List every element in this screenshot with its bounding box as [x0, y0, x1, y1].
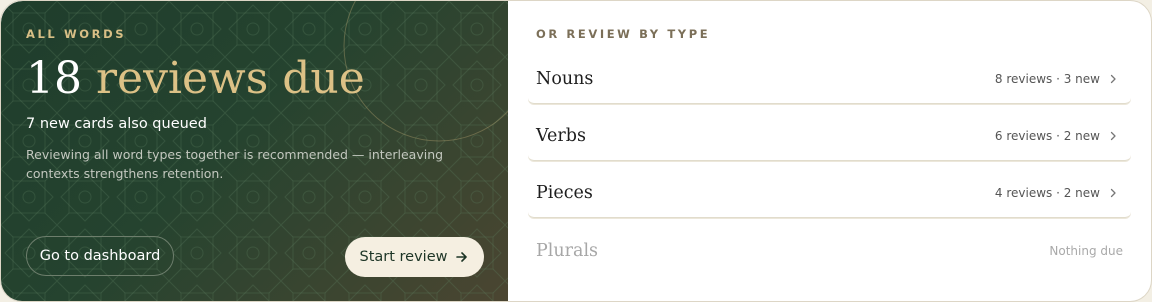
type-label: Verbs	[536, 126, 586, 146]
nothing-due-text: Nothing due	[1049, 243, 1123, 258]
review-panel: ALL WORDS 18 reviews due 7 new cards als…	[0, 0, 1152, 302]
arrow-right-icon	[456, 252, 468, 262]
type-row-verbs[interactable]: Verbs 6 reviews · 2 new	[528, 112, 1131, 161]
go-to-dashboard-button[interactable]: Go to dashboard	[26, 236, 174, 276]
chevron-right-icon	[1110, 74, 1116, 84]
type-row-pieces[interactable]: Pieces 4 reviews · 2 new	[528, 169, 1131, 218]
type-meta: 6 reviews · 2 new	[994, 129, 1100, 143]
hero-eyebrow: ALL WORDS	[26, 27, 127, 41]
review-by-type: OR REVIEW BY TYPE Nouns 8 reviews · 3 ne…	[508, 1, 1151, 301]
reviews-due-headline: 18 reviews due	[26, 51, 365, 107]
type-label: Pieces	[536, 183, 593, 203]
start-review-button[interactable]: Start review	[345, 237, 484, 277]
new-cards-subtitle: 7 new cards also queued	[26, 116, 207, 132]
type-meta: 4 reviews · 2 new	[994, 186, 1100, 200]
interleaving-note: Reviewing all word types together is rec…	[26, 147, 444, 181]
type-label: Plurals	[536, 240, 599, 261]
due-label: reviews due	[96, 53, 365, 104]
start-review-label: Start review	[359, 249, 448, 265]
chevron-right-icon	[1110, 188, 1116, 198]
types-eyebrow: OR REVIEW BY TYPE	[536, 27, 711, 41]
go-to-dashboard-label: Go to dashboard	[39, 248, 161, 264]
due-count: 18	[26, 53, 82, 104]
all-words-hero: ALL WORDS 18 reviews due 7 new cards als…	[1, 1, 508, 301]
type-row-nouns[interactable]: Nouns 8 reviews · 3 new	[528, 55, 1131, 104]
type-row-plurals: Plurals Nothing due	[528, 226, 1131, 275]
type-meta: 8 reviews · 3 new	[994, 72, 1100, 86]
type-label: Nouns	[536, 69, 594, 89]
chevron-right-icon	[1110, 131, 1116, 141]
